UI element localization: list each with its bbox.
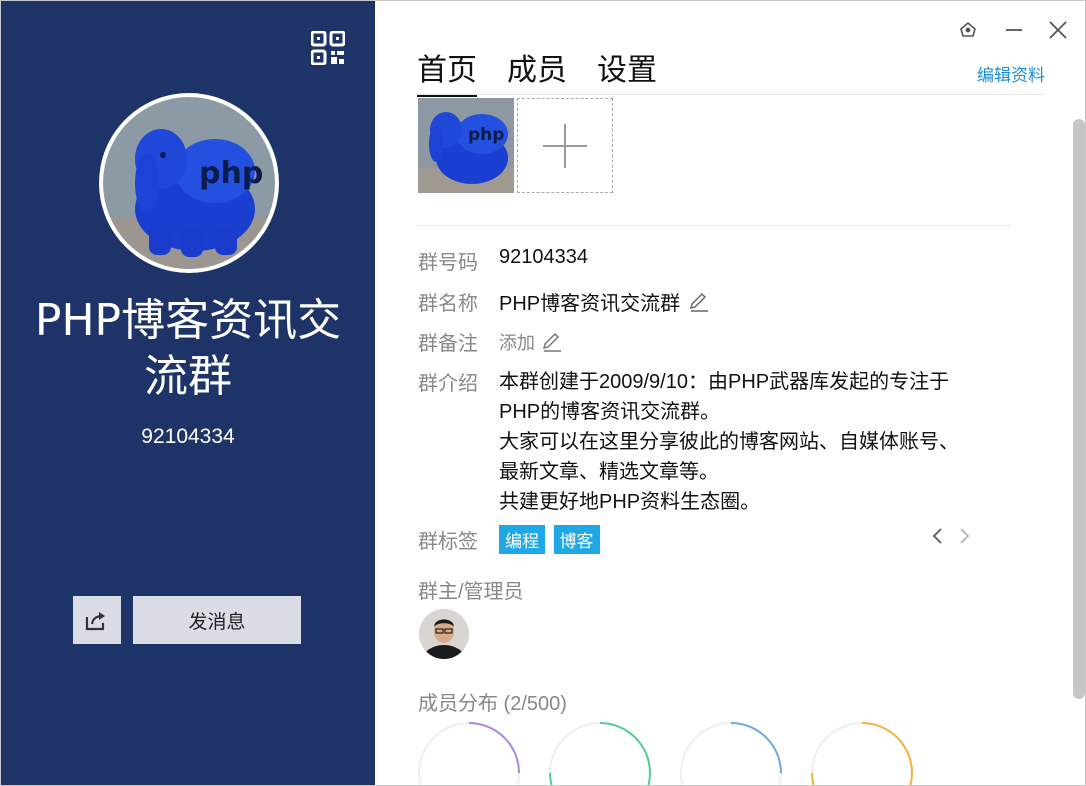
intro-line: 本群创建于2009/9/10：由PHP武器库发起的专注于	[499, 371, 950, 393]
group-name-label: 群名称	[418, 293, 478, 315]
send-message-button[interactable]: 发消息	[133, 596, 301, 644]
tag-badge[interactable]: 博客	[553, 525, 600, 554]
group-id-text: 92104334	[141, 425, 235, 448]
tab-bar: 首页 成员 设置	[417, 45, 657, 97]
member-distribution-label: 成员分布 (2/500)	[418, 693, 567, 715]
group-name-heading: PHP博客资讯交流群	[34, 295, 342, 402]
tab-settings[interactable]: 设置	[597, 45, 657, 97]
tab-home[interactable]: 首页	[417, 45, 477, 97]
group-remark-value: 添加	[499, 333, 535, 353]
group-tags-label: 群标签	[418, 531, 478, 553]
pin-icon	[960, 21, 976, 37]
intro-line: 共建更好地PHP资料生态圈。	[499, 491, 761, 513]
close-button[interactable]	[1043, 15, 1073, 45]
svg-text:php: php	[468, 125, 504, 145]
close-icon	[1049, 21, 1067, 39]
group-intro-label: 群介绍	[418, 373, 478, 395]
tags-next-button[interactable]	[957, 525, 971, 554]
tab-members[interactable]: 成员	[507, 45, 567, 97]
tag-list: 编程 博客	[499, 525, 603, 554]
plus-icon	[543, 123, 587, 168]
group-photo-thumbnail[interactable]: php	[418, 98, 514, 193]
qr-code-icon[interactable]	[310, 30, 346, 66]
intro-line: PHP的博客资讯交流群。	[499, 401, 721, 423]
intro-line: 大家可以在这里分享彼此的博客网站、自媒体账号、	[499, 431, 959, 453]
minimize-button[interactable]	[999, 15, 1029, 45]
group-intro-text: 本群创建于2009/9/10：由PHP武器库发起的专注于 PHP的博客资讯交流群…	[499, 367, 1019, 517]
edit-profile-link[interactable]: 编辑资料	[977, 61, 1045, 86]
edit-pencil-icon[interactable]	[688, 292, 710, 312]
vertical-scrollbar[interactable]	[1073, 119, 1085, 699]
add-photo-button[interactable]	[517, 98, 613, 193]
svg-text:php: php	[199, 156, 263, 191]
section-divider	[417, 225, 1011, 226]
share-button[interactable]	[73, 596, 121, 644]
chevron-right-icon	[960, 528, 970, 544]
group-number-label: 群号码	[418, 252, 478, 274]
admins-label: 群主/管理员	[418, 581, 524, 603]
group-name-row: PHP博客资讯交流群	[499, 287, 710, 316]
group-name-value: PHP博客资讯交流群	[499, 293, 681, 315]
group-remark-label: 群备注	[418, 333, 478, 355]
intro-line: 最新文章、精选文章等。	[499, 461, 719, 483]
distribution-ring	[418, 722, 520, 785]
distribution-ring	[549, 722, 651, 785]
distribution-ring	[811, 722, 913, 785]
group-avatar[interactable]: php	[99, 93, 279, 273]
tab-divider	[417, 94, 1045, 95]
pin-window-button[interactable]	[953, 15, 983, 45]
group-number-value: 92104334	[499, 246, 588, 268]
distribution-ring	[680, 722, 782, 785]
tag-badge[interactable]: 编程	[499, 525, 545, 554]
chevron-left-icon	[932, 528, 942, 544]
admin-avatar[interactable]	[419, 609, 469, 659]
group-detail-panel: 首页 成员 设置 编辑资料 php 群号码 92104334 群名称 PHP博客…	[375, 1, 1085, 785]
minimize-icon	[1006, 29, 1022, 31]
group-summary-panel: php PHP博客资讯交流群 92104334 发消息	[1, 1, 375, 785]
group-remark-add[interactable]: 添加	[499, 329, 563, 355]
tags-prev-button[interactable]	[931, 525, 945, 554]
group-profile-window: php PHP博客资讯交流群 92104334 发消息 首页 成员 设置 编辑资…	[0, 0, 1086, 786]
share-icon	[85, 612, 105, 631]
edit-pencil-icon	[542, 332, 561, 352]
